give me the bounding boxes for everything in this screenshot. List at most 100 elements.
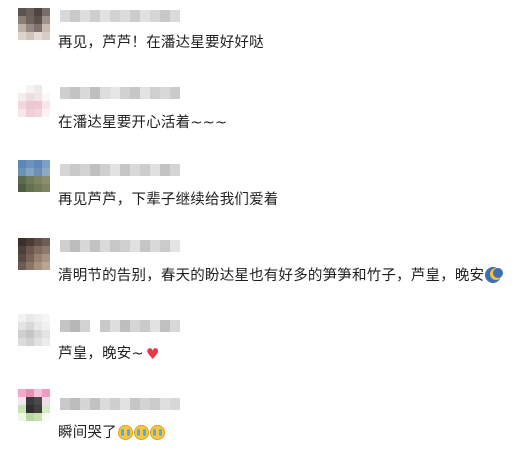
username-pixel	[130, 87, 140, 99]
username-pixel	[150, 240, 160, 252]
username-blurred[interactable]	[60, 87, 180, 101]
username-pixel	[80, 10, 90, 22]
avatar-pixel	[26, 238, 34, 246]
avatar-pixel	[18, 254, 26, 262]
comment-text: 再见芦芦，下辈子继续给我们爱着	[58, 192, 279, 208]
avatar-pixel	[34, 93, 42, 101]
avatar-pixel	[34, 254, 42, 262]
username-pixel	[60, 398, 70, 410]
username-pixel	[110, 240, 120, 252]
username-pixel	[90, 240, 100, 252]
username-pixel	[150, 320, 160, 332]
username-pixel	[90, 164, 100, 176]
avatar-pixel	[42, 93, 50, 101]
avatar-pixel	[42, 168, 50, 176]
avatar-pixel	[26, 24, 34, 32]
avatar[interactable]	[18, 160, 50, 192]
avatar[interactable]	[18, 238, 50, 270]
username-pixel	[60, 240, 70, 252]
username-pixel	[60, 320, 70, 332]
avatar-pixel	[18, 338, 26, 346]
username-blurred[interactable]	[60, 320, 180, 334]
avatar-pixel	[34, 246, 42, 254]
avatar[interactable]	[18, 389, 50, 421]
username-pixel	[140, 10, 150, 22]
username-pixel	[150, 87, 160, 99]
username-pixel	[140, 164, 150, 176]
avatar-pixel	[42, 338, 50, 346]
heart-icon: ♥	[145, 345, 160, 363]
avatar-pixel	[34, 176, 42, 184]
avatar-pixel	[34, 338, 42, 346]
username-pixel	[140, 87, 150, 99]
username-pixel	[70, 398, 80, 410]
username-blurred[interactable]	[60, 240, 180, 254]
username-pixel	[100, 320, 110, 332]
username-pixel	[80, 240, 90, 252]
avatar-pixel	[26, 254, 34, 262]
avatar-pixel	[26, 184, 34, 192]
username-pixel	[70, 87, 80, 99]
avatar-pixel	[18, 246, 26, 254]
comment-feed: 再见，芦芦！在潘达星要好好哒 在潘达星要开心活着~~~ 再见芦芦，下辈子继续给我…	[0, 0, 522, 458]
username-pixel	[90, 398, 100, 410]
username-pixel	[130, 10, 140, 22]
username-pixel	[120, 320, 130, 332]
avatar-pixel	[18, 109, 26, 117]
avatar-pixel	[42, 389, 50, 397]
avatar-pixel	[26, 101, 34, 109]
avatar-pixel	[26, 8, 34, 16]
username-pixel	[170, 10, 180, 22]
avatar-pixel	[18, 24, 26, 32]
username-pixel	[160, 398, 170, 410]
avatar-pixel	[18, 238, 26, 246]
avatar[interactable]	[18, 8, 50, 40]
username-pixel	[60, 87, 70, 99]
avatar-pixel	[42, 397, 50, 405]
avatar[interactable]	[18, 85, 50, 117]
username-blurred[interactable]	[60, 164, 180, 178]
username-pixel	[90, 87, 100, 99]
username-pixel	[110, 398, 120, 410]
username-blurred[interactable]	[60, 10, 180, 24]
avatar-pixel	[42, 32, 50, 40]
username-pixel	[110, 164, 120, 176]
avatar-pixel	[34, 322, 42, 330]
avatar-pixel	[26, 176, 34, 184]
avatar-pixel	[34, 330, 42, 338]
username-pixel	[130, 240, 140, 252]
avatar-pixel	[34, 85, 42, 93]
avatar-pixel	[34, 238, 42, 246]
username-pixel	[70, 240, 80, 252]
username-pixel	[120, 10, 130, 22]
avatar-pixel	[42, 262, 50, 270]
sleepy-moon-icon	[485, 267, 504, 283]
avatar-pixel	[18, 389, 26, 397]
username-pixel	[120, 240, 130, 252]
avatar-pixel	[18, 397, 26, 405]
avatar-pixel	[34, 160, 42, 168]
avatar-pixel	[18, 405, 26, 413]
username-pixel	[100, 87, 110, 99]
avatar-pixel	[18, 184, 26, 192]
username-pixel	[70, 164, 80, 176]
avatar-pixel	[26, 413, 34, 421]
username-pixel	[120, 164, 130, 176]
username-pixel	[150, 10, 160, 22]
avatar-pixel	[26, 16, 34, 24]
avatar-pixel	[18, 262, 26, 270]
username-pixel	[150, 398, 160, 410]
avatar-pixel	[42, 16, 50, 24]
username-pixel	[170, 398, 180, 410]
username-pixel	[110, 320, 120, 332]
avatar-pixel	[26, 330, 34, 338]
avatar-pixel	[42, 246, 50, 254]
username-pixel	[160, 87, 170, 99]
username-blurred[interactable]	[60, 398, 180, 412]
username-pixel	[80, 398, 90, 410]
avatar-pixel	[26, 389, 34, 397]
avatar[interactable]	[18, 314, 50, 346]
avatar-pixel	[42, 109, 50, 117]
avatar-pixel	[42, 160, 50, 168]
avatar-pixel	[42, 405, 50, 413]
